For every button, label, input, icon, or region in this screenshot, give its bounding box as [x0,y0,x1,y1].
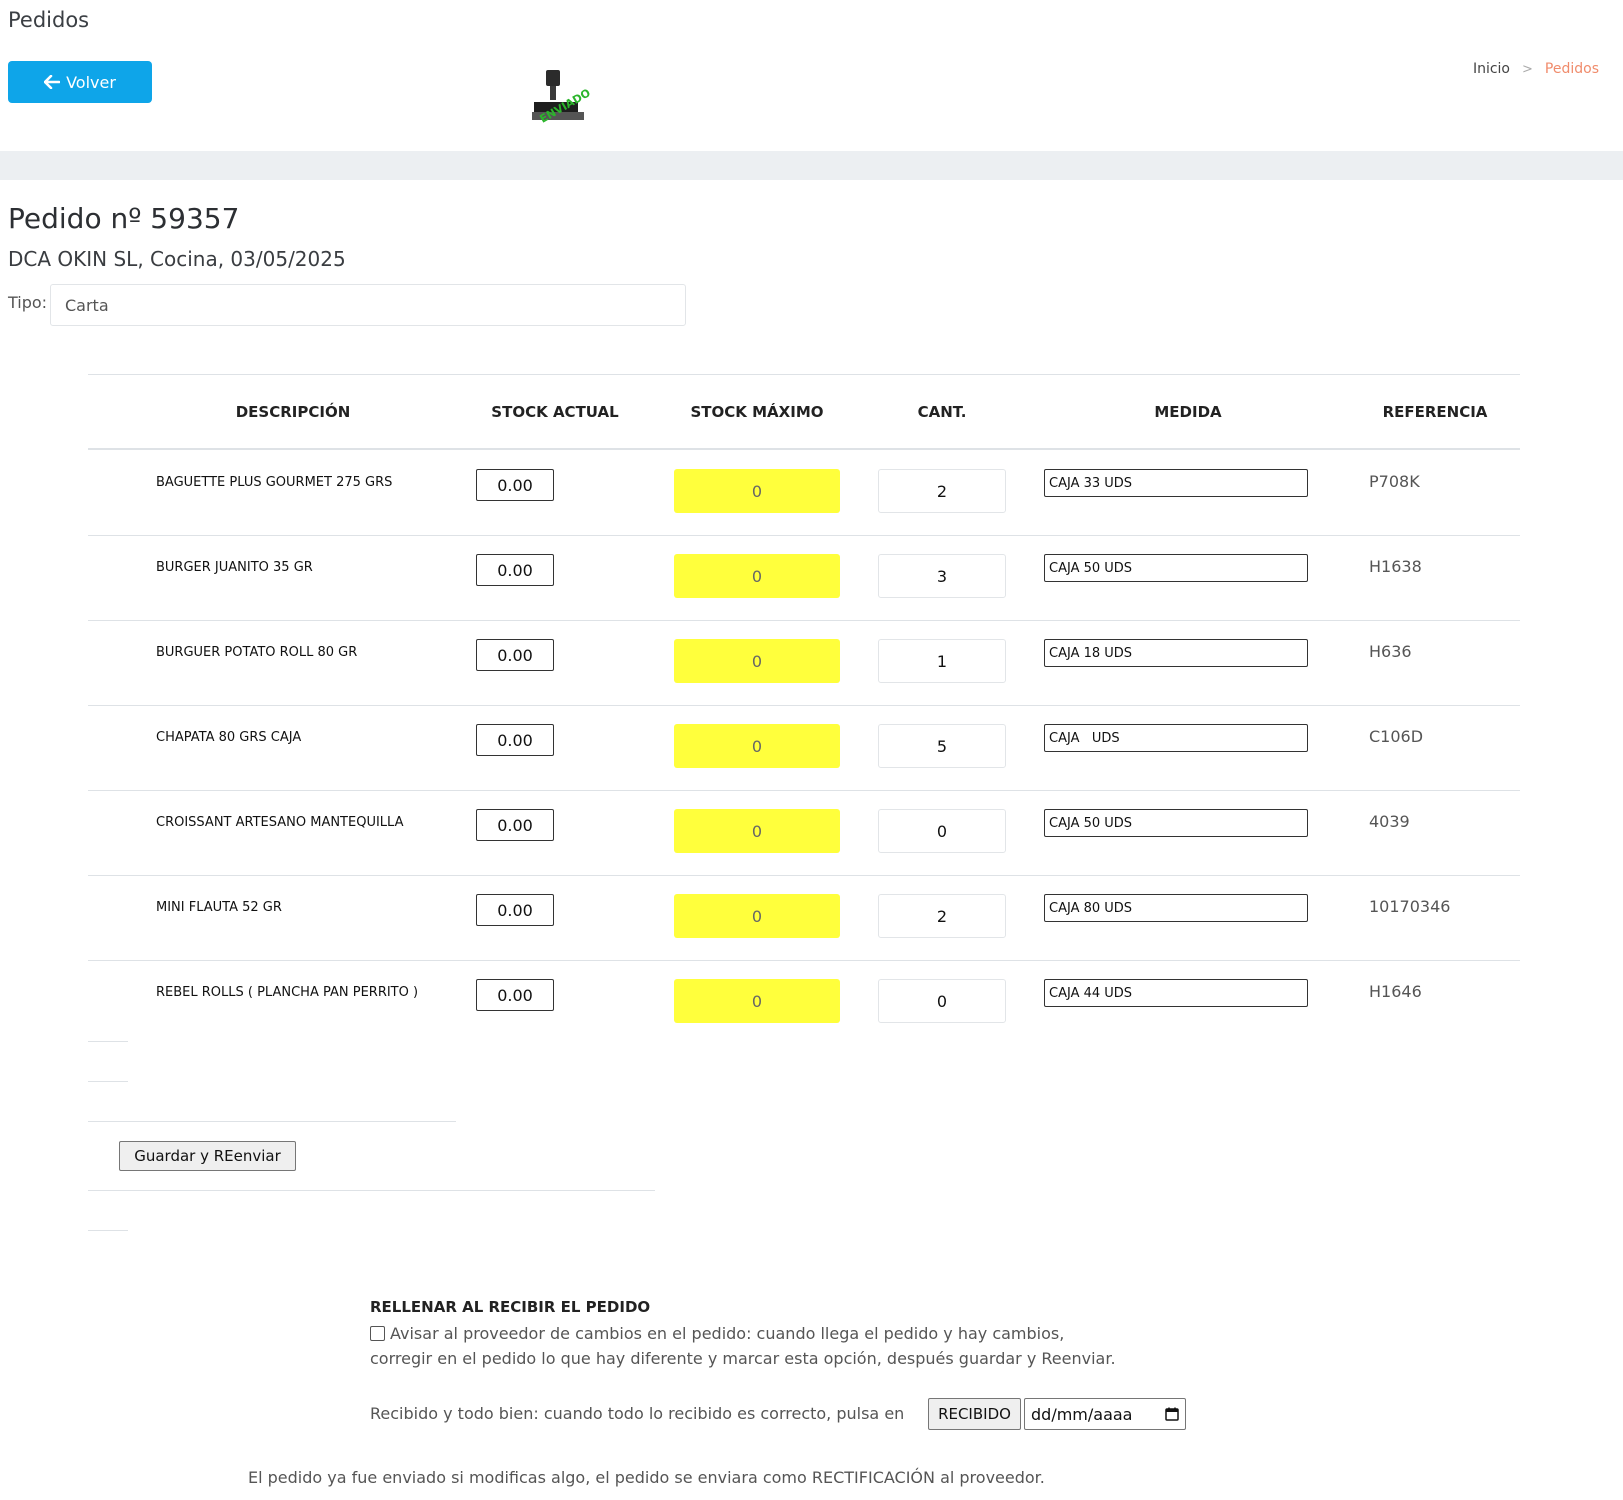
header-descripcion: DESCRIPCIÓN [235,403,351,421]
cantidad-input[interactable]: 3 [878,554,1006,598]
cantidad-input[interactable]: 0 [878,809,1006,853]
received-date-input[interactable]: dd/mm/aaaa [1024,1398,1186,1430]
medida-input[interactable]: CAJA 18 UDS [1044,639,1308,667]
divider [88,1081,128,1082]
date-placeholder: dd/mm/aaaa [1031,1404,1133,1424]
header-divider-band [0,151,1623,180]
row-description: BAGUETTE PLUS GOURMET 275 GRS [156,475,393,490]
divider [88,1230,128,1231]
row-description: CROISSANT ARTESANO MANTEQUILLA [156,815,404,830]
medida-input[interactable]: CAJA UDS [1044,724,1308,752]
stock-actual-input[interactable]: 0.00 [476,979,554,1011]
table-row: REBEL ROLLS ( PLANCHA PAN PERRITO ) 0.00… [88,960,1520,1045]
notify-text-line2: corregir en el pedido lo que hay diferen… [370,1349,1116,1368]
stock-actual-input[interactable]: 0.00 [476,809,554,841]
table-row: BURGUER POTATO ROLL 80 GR 0.00 0 1 CAJA … [88,620,1520,706]
divider [88,1190,655,1191]
row-reference: H636 [1369,642,1412,661]
divider [88,1041,128,1042]
row-reference: 4039 [1369,812,1410,831]
medida-input[interactable]: CAJA 33 UDS [1044,469,1308,497]
medida-input[interactable]: CAJA 50 UDS [1044,554,1308,582]
row-reference: H1646 [1369,982,1422,1001]
tipo-label: Tipo: [8,293,48,312]
row-reference: 10170346 [1369,897,1451,916]
medida-input[interactable]: CAJA 50 UDS [1044,809,1308,837]
cantidad-input[interactable]: 5 [878,724,1006,768]
row-description: CHAPATA 80 GRS CAJA [156,730,302,745]
save-resend-button[interactable]: Guardar y REenviar [119,1141,296,1171]
row-description: BURGUER POTATO ROLL 80 GR [156,645,358,660]
notify-supplier-checkbox[interactable] [370,1326,385,1341]
table-row: MINI FLAUTA 52 GR 0.00 0 2 CAJA 80 UDS 1… [88,875,1520,961]
row-reference: C106D [1369,727,1424,746]
table-row: BURGER JUANITO 35 GR 0.00 0 3 CAJA 50 UD… [88,535,1520,621]
cantidad-input[interactable]: 2 [878,894,1006,938]
row-reference: P708K [1369,472,1420,491]
stock-maximo-input[interactable]: 0 [674,469,840,513]
cantidad-input[interactable]: 1 [878,639,1006,683]
calendar-icon[interactable] [1165,1407,1179,1421]
breadcrumb: Inicio > Pedidos [1473,61,1599,77]
recibido-button[interactable]: RECIBIDO [928,1398,1021,1430]
back-button-label: Volver [66,72,116,92]
page-title: Pedidos [8,8,90,32]
row-reference: H1638 [1369,557,1422,576]
order-subtitle: DCA OKIN SL, Cocina, 03/05/2025 [8,247,346,271]
row-description: MINI FLAUTA 52 GR [156,900,282,915]
stock-actual-input[interactable]: 0.00 [476,469,554,501]
breadcrumb-current: Pedidos [1544,61,1599,77]
medida-input[interactable]: CAJA 80 UDS [1044,894,1308,922]
stock-actual-input[interactable]: 0.00 [476,724,554,756]
cantidad-input[interactable]: 0 [878,979,1006,1023]
arrow-left-icon [44,75,61,89]
stock-actual-input[interactable]: 0.00 [476,639,554,671]
stock-maximo-input[interactable]: 0 [674,894,840,938]
medida-input[interactable]: CAJA 44 UDS [1044,979,1308,1007]
notify-text-line1: Avisar al proveedor de cambios en el ped… [390,1324,1065,1343]
breadcrumb-home[interactable]: Inicio [1473,61,1510,77]
tipo-field[interactable]: Carta [50,284,686,326]
header-stock-actual: STOCK ACTUAL [491,403,619,421]
header-stock-maximo: STOCK MÁXIMO [690,403,824,421]
table-top-border [88,374,1520,375]
order-title: Pedido nº 59357 [8,202,240,235]
rectification-note: El pedido ya fue enviado si modificas al… [248,1468,1045,1487]
stock-actual-input[interactable]: 0.00 [476,554,554,586]
table-header: DESCRIPCIÓN STOCK ACTUAL STOCK MÁXIMO CA… [88,376,1520,450]
header-referencia: REFERENCIA [1382,403,1488,421]
received-ok-text: Recibido y todo bien: cuando todo lo rec… [370,1404,905,1423]
header-cantidad: CANT. [917,403,967,421]
table-row: CROISSANT ARTESANO MANTEQUILLA 0.00 0 0 … [88,790,1520,876]
stock-maximo-input[interactable]: 0 [674,639,840,683]
stock-maximo-input[interactable]: 0 [674,809,840,853]
chevron-right-icon: > [1522,61,1533,77]
stamp-icon: ENVIADO [532,70,593,126]
back-button[interactable]: Volver [8,61,152,103]
cantidad-input[interactable]: 2 [878,469,1006,513]
stock-actual-input[interactable]: 0.00 [476,894,554,926]
row-description: REBEL ROLLS ( PLANCHA PAN PERRITO ) [156,985,419,1000]
divider [88,1121,456,1122]
receive-section-title: RELLENAR AL RECIBIR EL PEDIDO [370,1298,651,1316]
header-medida: MEDIDA [1154,403,1222,421]
row-description: BURGER JUANITO 35 GR [156,560,313,575]
stock-maximo-input[interactable]: 0 [674,724,840,768]
stock-maximo-input[interactable]: 0 [674,979,840,1023]
table-row: BAGUETTE PLUS GOURMET 275 GRS 0.00 0 2 C… [88,450,1520,536]
table-row: CHAPATA 80 GRS CAJA 0.00 0 5 CAJA UDS C1… [88,705,1520,791]
stock-maximo-input[interactable]: 0 [674,554,840,598]
